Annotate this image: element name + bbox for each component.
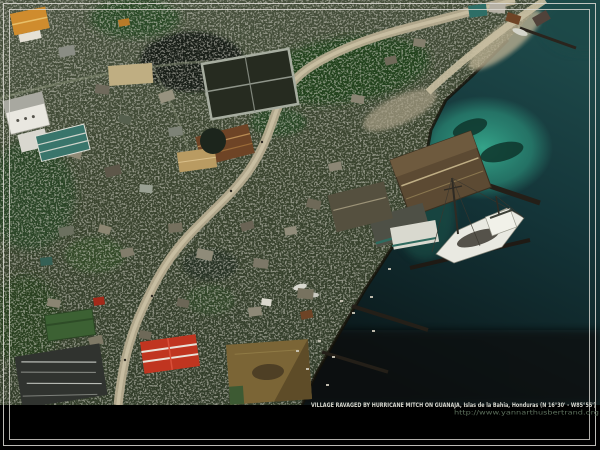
tan-building (108, 63, 153, 86)
aerial-photograph: VILLAGE RAVAGED BY HURRICANE MITCH ON GU… (0, 0, 600, 450)
photo (0, 0, 600, 408)
brown-hip-roof-building (226, 339, 312, 405)
dark-tree-canopy (200, 128, 226, 154)
caption-url: http://www.yannarthusbertrand.org (454, 410, 599, 417)
caption-title: VILLAGE RAVAGED BY HURRICANE MITCH ON GU… (311, 402, 596, 409)
